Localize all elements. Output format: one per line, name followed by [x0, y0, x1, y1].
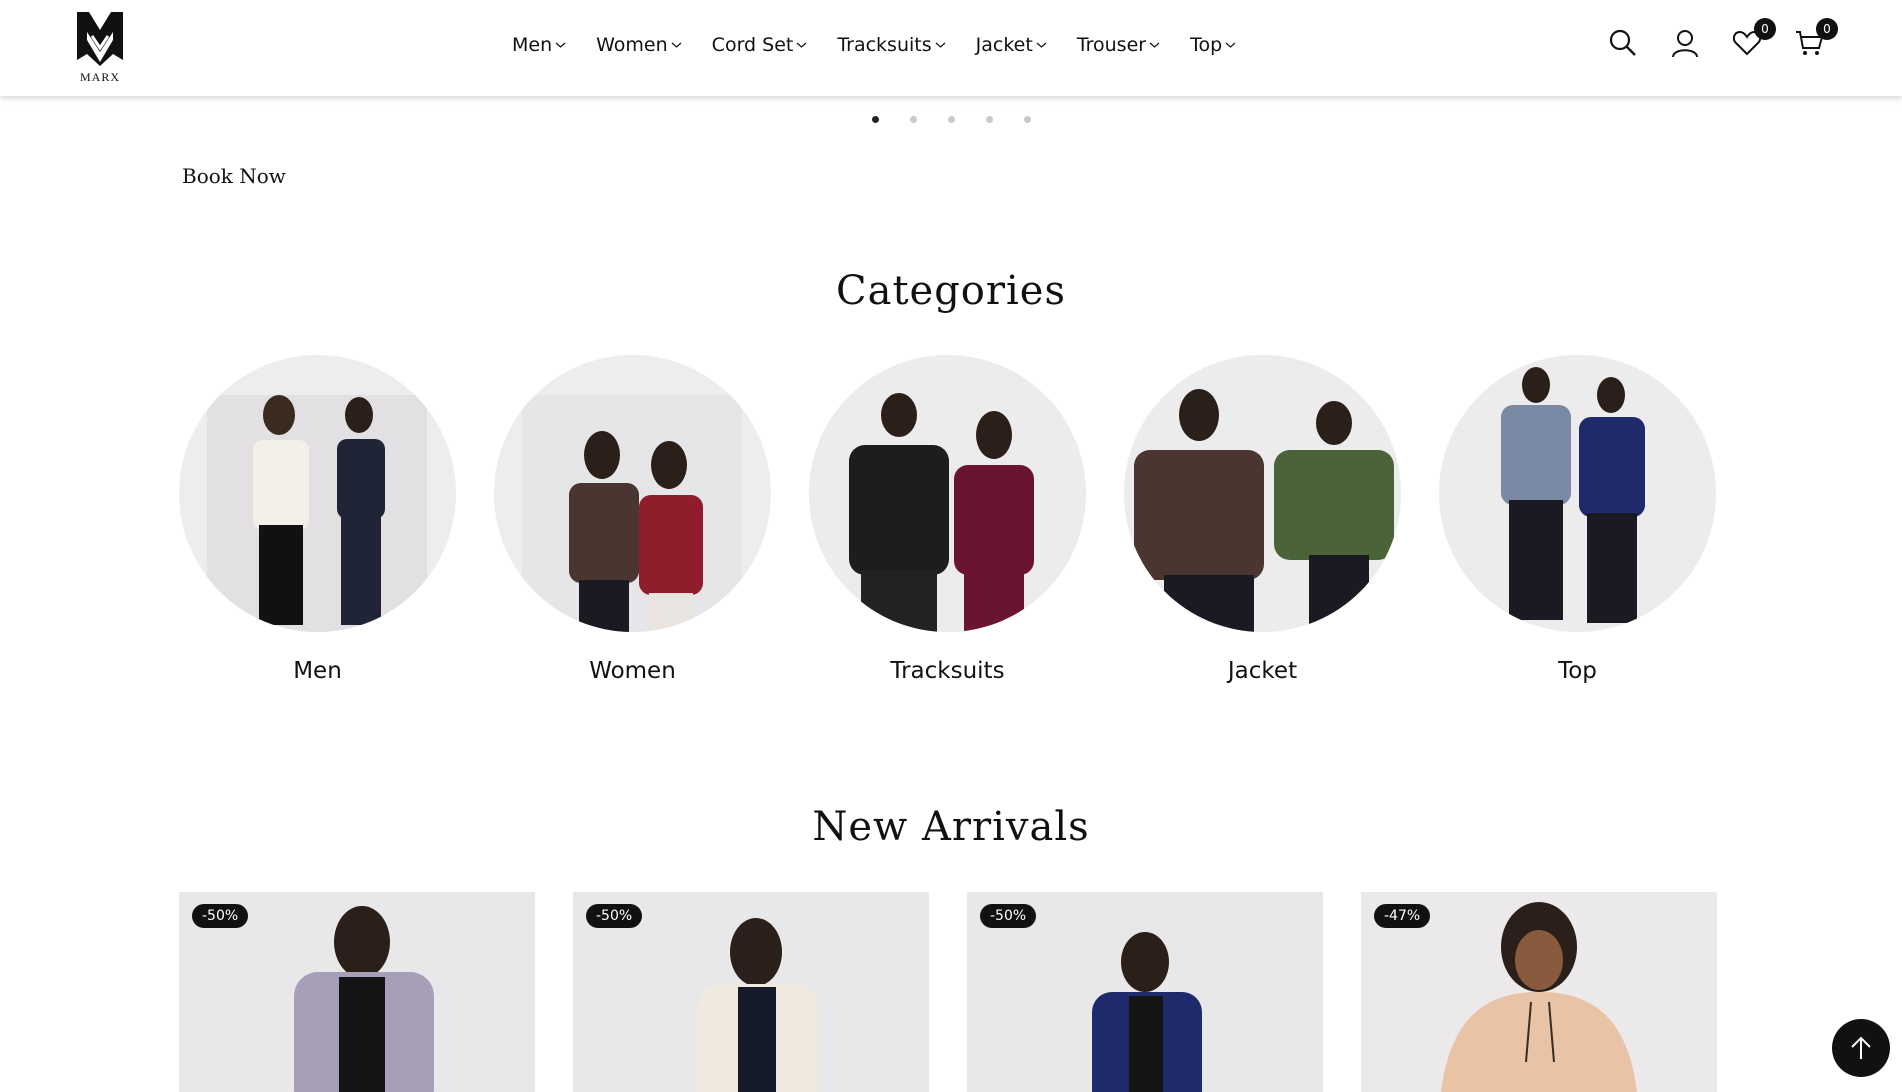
arrow-up-icon [1851, 1036, 1871, 1059]
brand-logo[interactable]: MARX [72, 10, 128, 86]
category-image [1439, 355, 1716, 632]
brand-name: MARX [79, 70, 120, 84]
marx-logo-icon [77, 12, 123, 66]
header-actions: 0 0 [1608, 18, 1838, 58]
chevron-down-icon [935, 42, 946, 48]
nav-item-tracksuits[interactable]: Tracksuits [837, 34, 946, 56]
category-label: Women [589, 658, 676, 684]
carousel-dots [872, 116, 1031, 123]
discount-badge: -47% [1374, 904, 1431, 928]
chevron-down-icon [1036, 42, 1047, 48]
search-button[interactable] [1608, 28, 1638, 58]
search-icon [1609, 29, 1636, 56]
nav-item-label: Jacket [975, 34, 1033, 56]
book-now-link[interactable]: Book Now [182, 164, 286, 188]
category-men[interactable]: Men [179, 355, 456, 684]
nav-item-label: Women [596, 34, 668, 56]
category-women[interactable]: Women [494, 355, 771, 684]
category-label: Top [1558, 658, 1597, 684]
nav-item-label: Trouser [1076, 34, 1147, 56]
account-button[interactable] [1670, 28, 1700, 58]
category-top[interactable]: Top [1439, 355, 1716, 684]
carousel-dot[interactable] [910, 116, 917, 123]
chevron-down-icon [1149, 42, 1160, 48]
category-jacket[interactable]: Jacket [1124, 355, 1401, 684]
new-arrivals-title: New Arrivals [812, 804, 1090, 850]
nav-item-cord-set[interactable]: Cord Set [712, 34, 808, 56]
discount-badge: -50% [192, 904, 249, 928]
nav-item-trouser[interactable]: Trouser [1077, 34, 1160, 56]
categories-list: Men Women Tracksuits Jacket Top [179, 355, 1716, 684]
site-header: MARX Men Women Cord Set Tracksuits Jacke… [0, 0, 1902, 96]
category-image [1124, 355, 1401, 632]
category-label: Tracksuits [890, 658, 1005, 684]
carousel-dot[interactable] [986, 116, 993, 123]
carousel-dot[interactable] [948, 116, 955, 123]
discount-badge: -50% [586, 904, 643, 928]
nav-item-jacket[interactable]: Jacket [976, 34, 1047, 56]
nav-item-men[interactable]: Men [512, 34, 566, 56]
category-label: Men [293, 658, 342, 684]
carousel-dot[interactable] [872, 116, 879, 123]
wishlist-button[interactable]: 0 [1732, 18, 1776, 58]
product-card[interactable]: -50% [967, 892, 1323, 1092]
category-tracksuits[interactable]: Tracksuits [809, 355, 1086, 684]
chevron-down-icon [796, 42, 807, 48]
nav-item-label: Top [1190, 34, 1223, 56]
product-card[interactable]: -50% [179, 892, 535, 1092]
discount-badge: -50% [980, 904, 1037, 928]
product-card[interactable]: -50% [573, 892, 929, 1092]
chevron-down-icon [671, 42, 682, 48]
chevron-down-icon [555, 42, 566, 48]
nav-item-top[interactable]: Top [1190, 34, 1236, 56]
nav-item-women[interactable]: Women [596, 34, 682, 56]
category-image [809, 355, 1086, 632]
cart-button[interactable]: 0 [1794, 18, 1838, 58]
carousel-dot[interactable] [1024, 116, 1031, 123]
product-card[interactable]: -47% [1361, 892, 1717, 1092]
user-icon [1672, 30, 1698, 58]
chevron-down-icon [1225, 42, 1236, 48]
nav-item-label: Cord Set [711, 34, 794, 56]
nav-item-label: Men [512, 34, 553, 56]
product-grid: -50% -50% -50% -47% [179, 892, 1717, 1092]
category-image [494, 355, 771, 632]
back-to-top-button[interactable] [1832, 1019, 1890, 1077]
wishlist-count-badge: 0 [1754, 18, 1776, 40]
categories-title: Categories [836, 268, 1066, 314]
nav-item-label: Tracksuits [837, 34, 932, 56]
category-image [179, 355, 456, 632]
category-label: Jacket [1227, 658, 1298, 684]
main-nav: Men Women Cord Set Tracksuits Jacket Tro… [512, 34, 1266, 56]
cart-count-badge: 0 [1816, 18, 1838, 40]
